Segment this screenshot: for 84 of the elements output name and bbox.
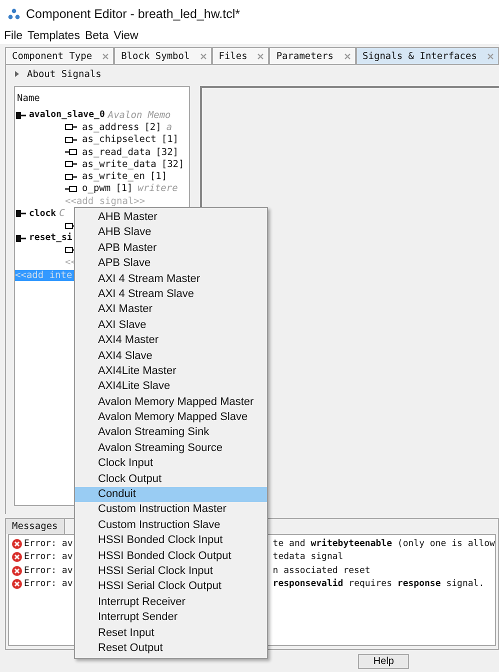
expand-arrow-icon[interactable] [14,71,20,77]
menu-option[interactable]: HSSI Serial Clock Input [75,564,267,580]
menu-option[interactable]: HSSI Bonded Clock Input [75,533,267,549]
section-label[interactable]: About Signals [27,68,102,80]
tab[interactable]: Parameters [269,47,356,64]
message-text: Error: av [24,538,73,549]
error-icon [12,579,22,590]
menu-option[interactable]: AXI4 Slave [75,348,267,364]
error-icon [12,552,22,562]
error-icon [12,566,22,576]
message-text: Error: av [24,579,73,590]
interface-type: C [59,208,65,220]
menu-option[interactable]: APB Master [75,240,267,256]
signal-width: [32] [161,158,184,170]
interface-icon [16,210,26,218]
menu-option[interactable]: HSSI Serial Clock Output [75,579,267,595]
menu-option[interactable]: APB Slave [75,256,267,272]
tab[interactable]: Block Symbol [114,47,212,64]
interface-type: Avalon Memo [108,110,171,121]
signal-type: writere [138,183,178,194]
menu-option[interactable]: AHB Master [75,210,267,226]
menu-item[interactable]: Templates [28,30,80,42]
menu-option[interactable]: AXI4Lite Master [75,364,267,380]
menu-item[interactable]: Beta [84,30,109,42]
tab[interactable]: Signals & Interfaces [356,47,499,64]
close-icon[interactable] [344,52,351,60]
interface-name[interactable]: clock [29,208,56,219]
window-title: Component Editor - breath_led_hw.tcl* [26,7,240,21]
menu-item[interactable]: View [114,30,138,42]
message-text: tedata signal [272,552,344,562]
menu-option[interactable]: Avalon Streaming Sink [75,425,267,441]
message-text: Error: av [24,566,73,576]
tab[interactable]: Files [212,47,270,64]
interface-name[interactable]: reset_si [29,233,72,244]
menu-option[interactable]: Interrupt Sender [75,610,267,626]
signal-width: [1] [161,134,179,146]
signal-name[interactable]: o_pwm [82,183,111,194]
signal-name[interactable]: as_chipselect [82,134,156,146]
column-header: Name [16,92,41,106]
message-text: Error: av [24,552,73,562]
menu-option[interactable]: Custom Instruction Master [75,502,267,518]
menu-option[interactable]: AXI 4 Stream Slave [75,286,267,302]
message-text: te and writebyteenable (only one is allow [272,538,495,549]
close-icon[interactable] [486,52,494,60]
signal-type: a [166,122,172,133]
menu-option[interactable]: Clock Output [75,472,267,488]
message-text: responsevalid requires response signal. [272,579,484,590]
app-icon [8,8,20,20]
menu-option[interactable]: Avalon Streaming Source [75,440,267,456]
menu-option[interactable]: Avalon Memory Mapped Slave [75,410,267,426]
error-icon [12,538,22,549]
help-button[interactable]: Help [358,654,409,669]
menu-option[interactable]: AHB Slave [75,225,267,241]
menu-option[interactable]: Clock Input [75,456,267,472]
signal-width: [1] [116,183,133,194]
menu-option[interactable]: AXI4Lite Slave [75,379,267,395]
interface-icon [16,112,26,119]
signal-name[interactable]: as_write_en [82,171,145,182]
menu-option[interactable]: Avalon Memory Mapped Master [75,394,267,410]
menu-option[interactable]: HSSI Bonded Clock Output [75,548,267,564]
menu-option[interactable]: Interrupt Receiver [75,594,267,610]
tab[interactable]: Component Type [5,47,114,64]
messages-tab[interactable]: Messages [6,519,65,534]
close-icon[interactable] [200,52,207,60]
interface-name[interactable]: avalon_slave_0 [29,110,105,120]
interface-icon [16,234,26,242]
menu-option[interactable]: Conduit [75,487,267,502]
signal-width: [32] [156,146,179,158]
menu-option[interactable]: AXI 4 Stream Master [75,272,267,287]
signal-name[interactable]: as_address [82,122,140,133]
message-text: n associated reset [272,566,370,576]
menu-option[interactable]: AXI Slave [75,318,267,334]
signal-name[interactable]: as_write_data [82,158,156,170]
menu-option[interactable]: Reset Input [75,626,267,641]
menu-option[interactable]: AXI4 Master [75,333,267,349]
close-icon[interactable] [102,52,110,60]
menu-item[interactable]: File [4,30,23,42]
signal-width: [2] [144,122,162,133]
close-icon[interactable] [257,52,264,60]
signal-width: [1] [150,171,168,182]
menu-option[interactable]: Custom Instruction Slave [75,518,267,534]
menu-option[interactable]: Reset Output [75,640,267,656]
menu-option[interactable]: AXI Master [75,302,267,318]
signal-name[interactable]: as_read_data [82,146,151,158]
